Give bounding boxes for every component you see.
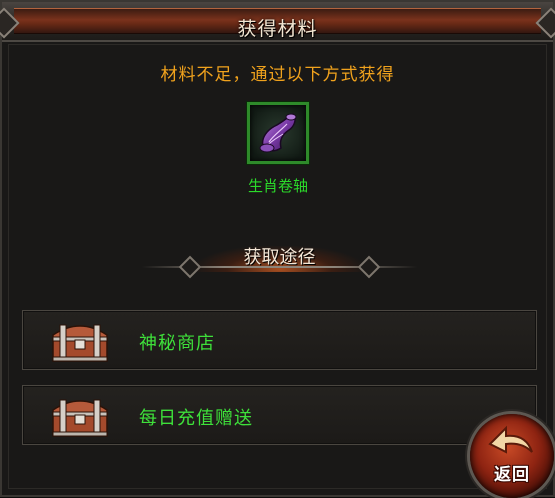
section-heading: 获取途径 [142,240,417,279]
insufficient-materials-hint: 材料不足，通过以下方式获得 [160,65,395,85]
source-row-mystery-shop[interactable]: 神秘商店 [22,310,537,370]
item-slot[interactable] [247,102,309,164]
dialog-title: 获得材料 [237,18,318,40]
treasure-chest-icon [52,324,108,362]
item-name: 生肖卷轴 [247,177,308,195]
purple-scroll-icon [259,113,297,153]
source-row-daily-recharge-gift[interactable]: 每日充值赠送 [22,385,537,445]
return-button-label: 返回 [494,465,530,485]
title-bar: 获得材料 [0,2,555,42]
treasure-chest-icon [52,399,108,437]
section-heading-text: 获取途径 [243,247,316,268]
materials-dialog: 获得材料 材料不足，通过以下方式获得 生肖卷轴 获取途径 神秘商店 每日充值赠送… [0,0,555,498]
back-arrow-icon [488,425,533,454]
source-label: 每日充值赠送 [139,408,253,429]
return-button[interactable]: 返回 [470,414,554,498]
source-label: 神秘商店 [139,333,215,354]
title-plate: 获得材料 [14,8,541,40]
